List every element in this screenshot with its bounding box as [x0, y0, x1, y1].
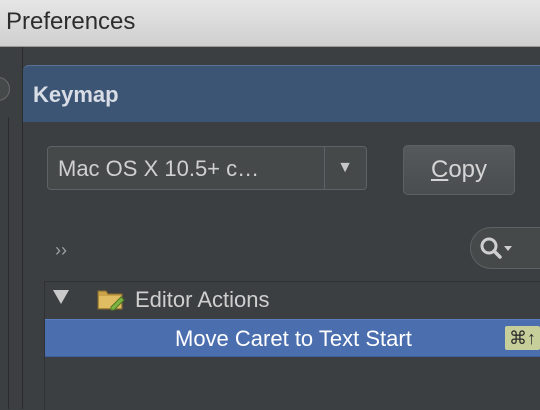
window-title: Preferences [6, 8, 136, 35]
window-titlebar: Preferences [0, 0, 540, 47]
left-pane [0, 47, 23, 409]
search-field[interactable] [470, 227, 540, 269]
pane-resize-handle[interactable] [0, 77, 10, 101]
keymap-tree: Editor Actions Move Caret to Text Start … [44, 281, 540, 410]
folder-edit-icon [97, 290, 125, 311]
tree-group-row[interactable]: Editor Actions [45, 282, 540, 318]
tree-action-row-selected[interactable]: Move Caret to Text Start ⌘↑ [45, 319, 540, 357]
copy-label-rest: opy [448, 156, 488, 183]
keymap-select-value: Mac OS X 10.5+ c… [58, 156, 260, 181]
panel-title: Keymap [33, 82, 119, 107]
expand-all-icon[interactable]: ›› [55, 240, 67, 261]
tree-action-label: Move Caret to Text Start [175, 326, 412, 351]
search-icon[interactable] [479, 236, 519, 260]
copy-button[interactable]: Copy [403, 145, 515, 195]
shortcut-badge: ⌘↑ [505, 326, 540, 350]
pane-divider [8, 117, 9, 409]
keymap-select[interactable]: Mac OS X 10.5+ c… ▼ [47, 146, 367, 190]
dropdown-arrow-icon[interactable]: ▼ [324, 147, 366, 189]
collapse-triangle-icon[interactable] [53, 290, 69, 304]
panel-header: Keymap [23, 65, 540, 122]
copy-mnemonic: C [430, 156, 449, 183]
tree-group-label: Editor Actions [135, 287, 270, 312]
